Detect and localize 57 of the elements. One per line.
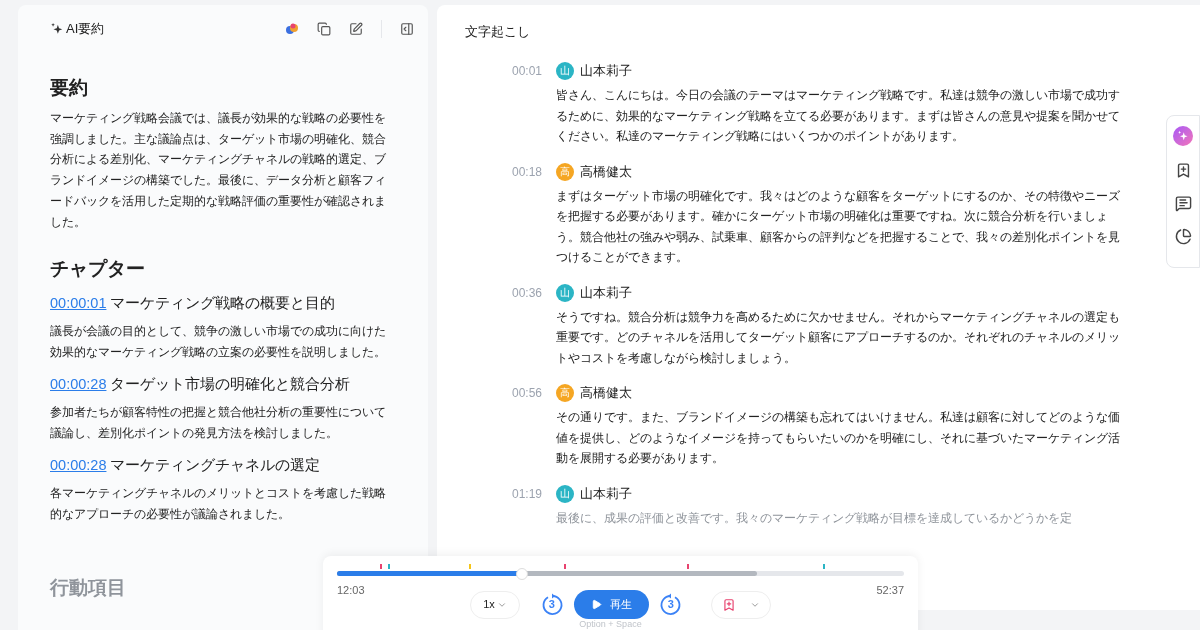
comment-icon[interactable] bbox=[1174, 195, 1192, 212]
chapter-description: 参加者たちが顧客特性の把握と競合他社分析の重要性について議論し、差別化ポイントの発見方法を検討しました。 bbox=[50, 404, 387, 443]
transcript-text: まずはターゲット市場の明確化です。我々はどのような顧客をターゲットにするのか、その特徴やニーズを把握する必要があります。確かにターゲット市場の明確化は重要ですね。次に競合分析を行いましょう。競合他社の強みや弱み、試乗車、顧客からの評判などを把握することで、我々の差別化ポイントを見つけることができます。 bbox=[556, 187, 1121, 266]
speaker-avatar: 山 bbox=[556, 283, 574, 302]
timeline-marker[interactable] bbox=[388, 564, 390, 569]
transcript-text: そうですね。競合分析は競争力を高めるために欠かせません。それからマーケティングチャネルの選定も重要です。どのチャネルを活用してターゲット顧客にアプローチするのか。それぞれのチャネルのメリットやコストを考慮しながら検討しましょう。 bbox=[556, 308, 1121, 367]
sparkle-icon bbox=[50, 22, 64, 36]
speaker-name: 山本莉子 bbox=[580, 62, 632, 81]
chapter-title: マーケティングチャネルの選定 bbox=[110, 456, 321, 476]
pie-chart-icon[interactable] bbox=[1174, 228, 1192, 245]
section-heading: 要約 bbox=[50, 76, 89, 100]
transcript-text: その通りです。また、ブランドイメージの構築も忘れてはいけません。私達は顧客に対してどのような価値を提供し、どのようなイメージを持ってもらいたいのかを明確にし、それに基づいたマーケティング活動を展開する必要があります。 bbox=[556, 409, 1121, 467]
timestamp: 00:56 bbox=[512, 385, 544, 402]
timeline-marker[interactable] bbox=[823, 564, 826, 569]
speaker-avatar: 山 bbox=[556, 484, 574, 503]
copy-icon[interactable] bbox=[317, 22, 331, 36]
chapter-title: マーケティング戦略の概要と目的 bbox=[110, 294, 336, 314]
panel-toggle-icon[interactable] bbox=[400, 22, 414, 36]
timeline-marker[interactable] bbox=[379, 564, 382, 569]
speaker-name: 山本莉子 bbox=[580, 283, 632, 302]
chapter-time-link[interactable]: 00:00:28 bbox=[50, 454, 107, 477]
chapter-description: 議長が会議の目的として、競争の激しい市場での成功に向けた効果的なマーケティング戦略の立案の必要性を説明しました。 bbox=[50, 323, 387, 362]
section-heading: チャプター bbox=[50, 257, 146, 282]
timestamp: 00:01 bbox=[512, 63, 544, 80]
timestamp: 01:19 bbox=[512, 485, 544, 503]
ai-assistant-icon[interactable] bbox=[1173, 126, 1193, 146]
chapter-title: ターゲット市場の明確化と競合分析 bbox=[110, 375, 351, 395]
speaker-name: 高橋健太 bbox=[580, 384, 632, 403]
sparkle-icon bbox=[1177, 130, 1189, 142]
chapter-description: 各マーケティングチャネルのメリットとコストを考慮した戦略的なアプローチの必要性が議論されました。 bbox=[50, 485, 387, 524]
speaker-avatar: 山 bbox=[556, 62, 574, 80]
current-time: 12:03 bbox=[337, 584, 365, 596]
timeline-marker[interactable] bbox=[686, 564, 689, 569]
play-button[interactable]: 再生 bbox=[573, 590, 649, 619]
timeline-marker[interactable] bbox=[563, 564, 566, 569]
section-heading: 行動項目 bbox=[50, 576, 126, 601]
rewind-button[interactable]: 3 bbox=[539, 592, 564, 617]
note-edit-icon[interactable] bbox=[349, 22, 363, 36]
chapter-time-link[interactable]: 00:00:28 bbox=[50, 373, 107, 396]
timestamp: 00:18 bbox=[512, 163, 544, 181]
colorful-logo-icon[interactable] bbox=[285, 22, 299, 36]
speaker-avatar: 高 bbox=[556, 162, 574, 181]
speaker-name: 山本莉子 bbox=[580, 484, 632, 503]
speaker-avatar: 高 bbox=[556, 384, 574, 402]
timestamp: 00:36 bbox=[512, 284, 544, 302]
play-icon bbox=[590, 599, 602, 610]
forward-button[interactable]: 3 bbox=[658, 592, 683, 617]
progress-handle[interactable] bbox=[515, 567, 528, 580]
speaker-name: 高橋健太 bbox=[580, 162, 632, 181]
panel-title: 文字起こし bbox=[465, 23, 530, 41]
timeline-marker[interactable] bbox=[468, 564, 471, 569]
summary-paragraph: マーケティング戦略会議では、議長が効果的な戦略の必要性を強調しました。主な議論点は、ターゲット市場の明確化、競合分析による差別化、マーケティングチャネルの戦略的選定、ブランドイメージの構築でした。最後に、データ分析と顧客フィードバックを活用した定期的な戦略評価の重要性が確認されました。 bbox=[50, 110, 387, 231]
panel-title: AI要約 bbox=[66, 20, 105, 39]
chapter-time-link[interactable]: 00:00:01 bbox=[50, 292, 107, 315]
transcript-text: 皆さん、こんにちは。今日の会議のテーマはマーケティング戦略です。私達は競争の激しい市場で成功するために、効果的なマーケティング戦略を立てる必要があります。まずは皆さんの意見や提案を聞かせてください。私達のマーケティング戦略にはいくつかのポイントがあります。 bbox=[556, 87, 1121, 145]
total-time: 52:37 bbox=[876, 584, 904, 596]
transcript-text: 最後に、成果の評価と改善です。我々のマーケティング戦略が目標を達成しているかどうかを定 bbox=[556, 509, 1073, 527]
